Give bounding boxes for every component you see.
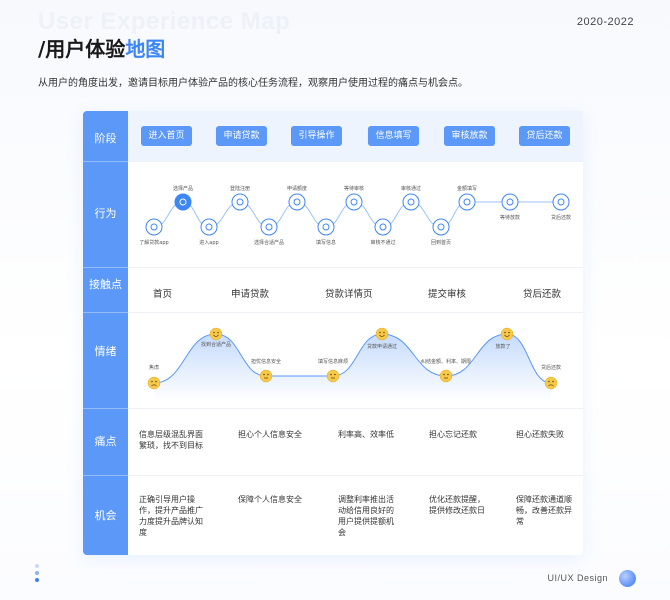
emotion-label: 填写信息麻烦: [318, 358, 348, 365]
emotion-label: 焦虑: [149, 364, 159, 371]
opportunity: 调整利率推出活动给信用良好的用户提供提额机会: [338, 495, 394, 537]
emotion-label: 放款了: [495, 343, 510, 350]
title-highlight: 地图: [125, 37, 166, 61]
emotion-label: 找到合适产品: [201, 341, 231, 348]
emotion-label: 贷款申请通过: [367, 343, 397, 350]
opportunity: 保障个人信息安全: [238, 495, 302, 504]
emotion-label: 担忧信息安全: [251, 358, 281, 365]
title-prefix: /用户体验: [38, 37, 126, 61]
page-dot: [35, 564, 39, 568]
page-subtitle: 从用户的角度出发，邀请目标用户体验产品的核心任务流程，观察用户使用过程的痛点与机…: [38, 78, 468, 89]
journey-map-card: 阶段 行为 接触点 情绪 痛点 机会 进入首页 申请贷款 引导操作 信息填写 审…: [83, 111, 583, 555]
emoji-happy-icon: [375, 327, 389, 341]
pain-point: 信息层级混乱界面繁琐，找不到目标: [139, 430, 203, 450]
design-tag: UI/UX Design: [547, 573, 608, 583]
opportunity: 优化还款提醒，提供修改还款日: [429, 495, 485, 515]
page-dot: [35, 571, 39, 575]
emoji-sad-icon: [544, 376, 558, 390]
emoji-neutral-icon: [439, 369, 453, 383]
emotion-curve: 焦虑 找到合适产品担忧信息安全 填写信息麻烦 贷款申请通过纠结金额、利率、期限 放款了贷…: [147, 327, 561, 401]
opportunity: 正确引导用户操作，提升产品推广力度提升品牌认知度: [139, 495, 203, 537]
emotion-label: 纠结金额、利率、期限: [421, 358, 471, 365]
background-title: User Experience Map: [38, 8, 291, 35]
year-range: 2020-2022: [576, 16, 634, 28]
emoji-neutral-icon: [326, 369, 340, 383]
pain-point: 担心忘记还款: [429, 430, 477, 439]
pain-point: 担心个人信息安全: [238, 430, 302, 439]
emoji-happy-icon: [209, 327, 223, 341]
pain-point: 利率高、效率低: [338, 430, 394, 439]
pain-point: 担心还款失败: [516, 430, 564, 439]
emoji-neutral-icon: [259, 369, 273, 383]
page-title: /用户体验地图: [38, 33, 165, 62]
emoji-happy-icon: [500, 327, 514, 341]
decor-orb: [619, 570, 636, 587]
opportunity: 保障还款通道顺畅，改善还款异常: [516, 495, 572, 526]
emotion-label: 贷后还款: [541, 364, 561, 371]
page-dot: [35, 578, 39, 582]
emoji-sad-icon: [147, 376, 161, 390]
